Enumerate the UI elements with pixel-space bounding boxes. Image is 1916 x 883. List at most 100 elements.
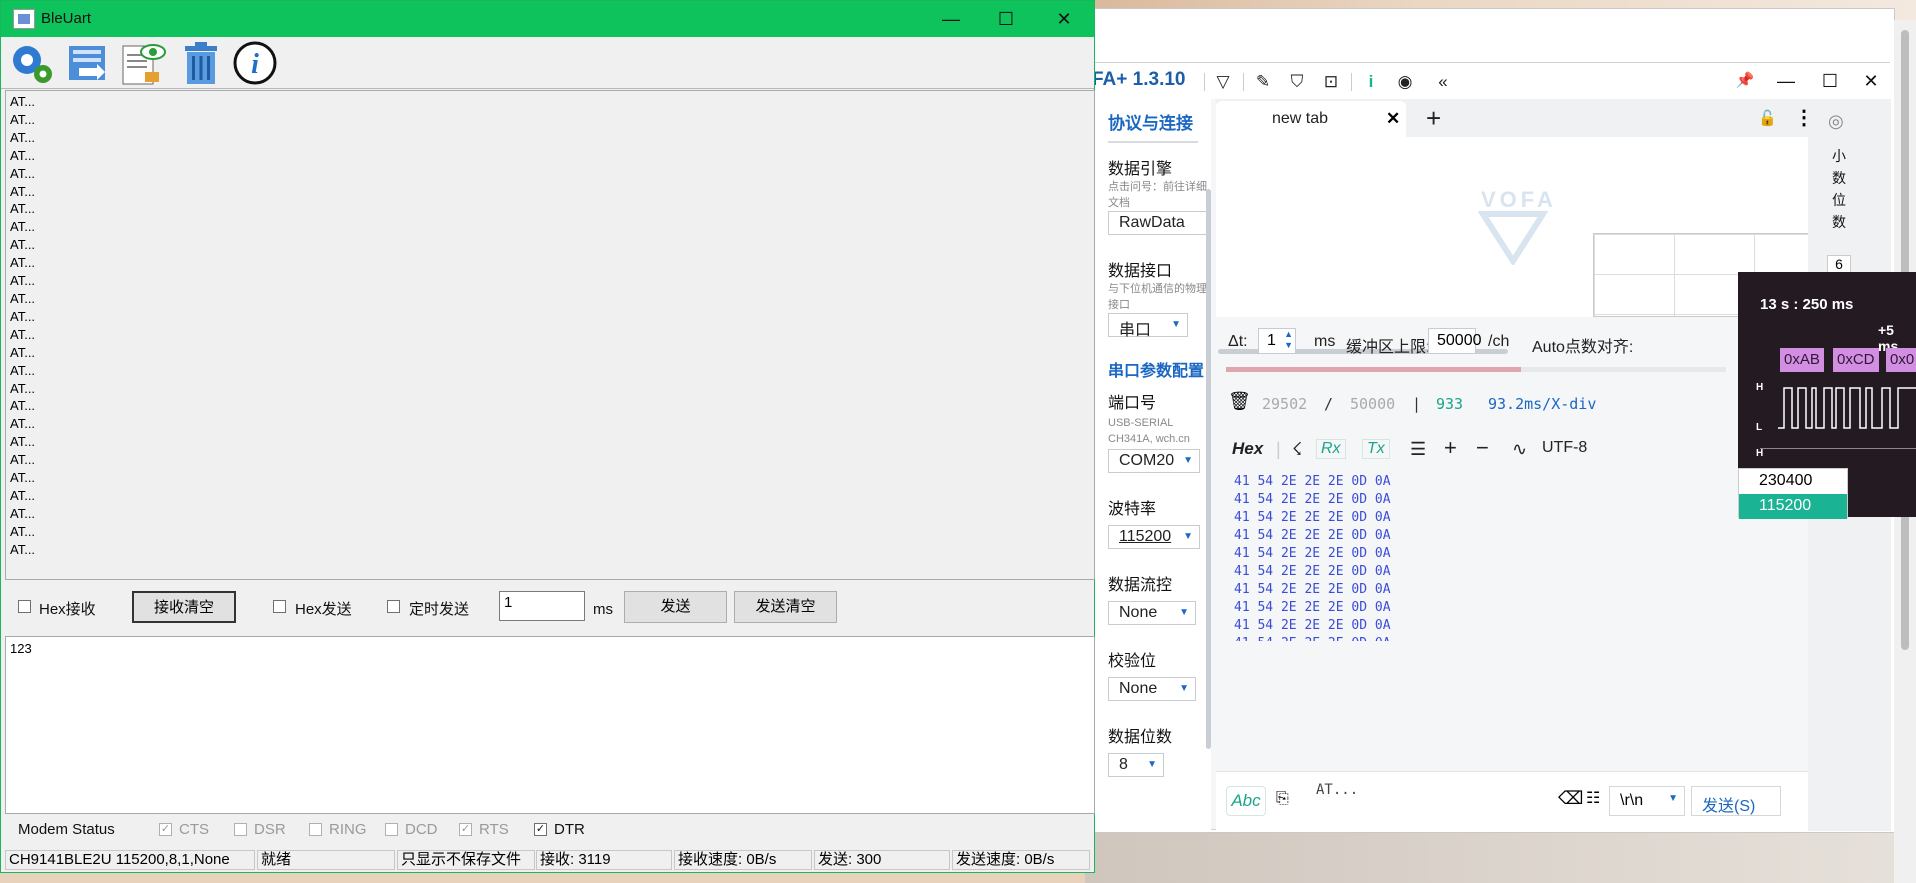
hex-send-label[interactable]: Hex发送 — [295, 598, 352, 619]
pointer-icon[interactable]: ☇ — [1292, 439, 1302, 460]
send-text-area[interactable]: 123 — [5, 636, 1095, 814]
engine-subtitle[interactable]: 点击问号：前往详细文档 — [1108, 179, 1208, 211]
logic-high-label: H — [1756, 382, 1764, 393]
databits-select[interactable]: 8 ▼ — [1108, 753, 1164, 777]
line-ending-value: \r\n — [1620, 792, 1644, 809]
dt-unit: ms — [1314, 333, 1336, 350]
buffer-progress-fill — [1226, 367, 1521, 372]
wrench-icon[interactable]: ✎ — [1252, 71, 1274, 93]
rts-label: RTS — [479, 821, 509, 838]
receive-line: AT... — [10, 94, 36, 109]
interval-input[interactable]: 1 — [499, 591, 585, 621]
fingerprint-icon[interactable]: ◉ — [1394, 71, 1416, 93]
interface-select[interactable]: 串口 ▼ — [1108, 313, 1188, 339]
rts-checkbox: ✓ — [459, 823, 472, 836]
close-button[interactable]: ✕ — [1857, 69, 1885, 93]
desktop-background-bottom — [1085, 830, 1916, 883]
baud-select[interactable]: 115200 ▼ — [1108, 525, 1200, 549]
clear-receive-button[interactable]: 接收清空 — [132, 591, 236, 623]
send-button[interactable]: 发送(S) — [1691, 786, 1781, 816]
stepper-arrows-icon[interactable]: ▲ ▼ — [1284, 329, 1293, 351]
databits-value: 8 — [1119, 756, 1128, 773]
clear-send-button[interactable]: 发送清空 — [734, 591, 837, 623]
send-mode-toggle[interactable]: Abc — [1226, 786, 1266, 816]
hex-receive-area[interactable]: 41 54 2E 2E 2E 0D 0A 41 54 2E 2E 2E 0D 0A… — [1234, 473, 1794, 641]
lock-icon[interactable]: 🔓 — [1758, 109, 1777, 127]
hex-receive-checkbox[interactable] — [18, 600, 31, 613]
hex-send-checkbox[interactable] — [273, 600, 286, 613]
baud-option[interactable]: 230400 — [1739, 469, 1847, 494]
decoded-byte[interactable]: 0x0 — [1886, 348, 1916, 372]
eye-icon[interactable]: ◎ — [1828, 111, 1844, 132]
plot-area[interactable]: VOFA — [1216, 137, 1816, 354]
decoded-byte[interactable]: 0xCD — [1833, 348, 1879, 372]
parity-select[interactable]: None ▼ — [1108, 677, 1196, 701]
hex-toggle[interactable]: Hex — [1232, 439, 1263, 459]
trash-icon[interactable]: 🗑 — [1228, 391, 1251, 412]
engine-select[interactable]: RawData — [1108, 211, 1210, 235]
tab-new-tab[interactable]: new tab ✕ — [1216, 101, 1406, 137]
baud-option-selected[interactable]: 115200 — [1739, 494, 1847, 519]
minimize-button[interactable]: — — [931, 5, 971, 33]
dtr-checkbox[interactable]: ✓ — [534, 823, 547, 836]
view-document-icon[interactable] — [119, 40, 167, 86]
port-select[interactable]: COM20 ▼ — [1108, 449, 1200, 473]
toolbar-separator — [1351, 73, 1352, 91]
section-protocol-connection[interactable]: 协议与连接 — [1108, 109, 1193, 134]
buffer-unit: /ch — [1488, 333, 1510, 350]
status-recv-speed: 接收速度: 0B/s — [674, 850, 812, 870]
file-send-icon[interactable]: ⎘ — [1276, 790, 1289, 808]
send-button[interactable]: 发送 — [624, 591, 727, 623]
collapse-icon[interactable]: « — [1432, 71, 1454, 93]
wrap-text-icon[interactable]: ☰ — [1410, 439, 1426, 460]
settings-icon[interactable] — [7, 40, 55, 86]
section-serial-config[interactable]: 串口参数配置 — [1108, 357, 1204, 381]
settings-scrollbar[interactable] — [1206, 189, 1211, 749]
timed-send-checkbox[interactable] — [387, 600, 400, 613]
modem-status-label: Modem Status — [18, 821, 115, 838]
tab-bar: new tab ✕ + 🔓 ⋮ — [1216, 99, 1821, 137]
dt-stepper[interactable]: 1 ▲ ▼ — [1258, 328, 1296, 354]
send-input[interactable]: AT... — [1316, 782, 1358, 798]
timed-send-label[interactable]: 定时发送 — [409, 598, 469, 619]
clipboard-icon[interactable]: ☷ — [1586, 788, 1600, 808]
screenshot-icon[interactable]: ⊡ — [1320, 71, 1342, 93]
vofa-main-area: new tab ✕ + 🔓 ⋮ VOFA Δt: 1 ▲ ▼ ms 缓冲区上限: 5… — [1216, 99, 1821, 831]
trash-icon[interactable] — [177, 40, 225, 86]
logic-low-label: L — [1756, 422, 1763, 433]
line-ending-select[interactable]: \r\n ▼ — [1609, 786, 1685, 816]
encoding-select[interactable]: UTF-8 — [1542, 439, 1587, 457]
maximize-button[interactable]: ☐ — [1816, 69, 1844, 93]
maximize-button[interactable]: ☐ — [986, 5, 1026, 33]
receive-line: AT... — [10, 183, 36, 199]
vofa-watermark-icon — [1478, 211, 1548, 265]
info-icon[interactable]: i — [1360, 71, 1382, 93]
minimize-button[interactable]: — — [1772, 69, 1800, 93]
rx-toggle[interactable]: Rx — [1316, 439, 1346, 459]
zoom-out-icon[interactable]: − — [1476, 435, 1489, 461]
receive-line: AT... — [10, 111, 36, 127]
tx-toggle[interactable]: Tx — [1362, 439, 1390, 459]
receive-area[interactable]: AT... AT... AT... AT... AT... AT... AT... AT...… — [5, 90, 1095, 580]
close-button[interactable]: ✕ — [1044, 5, 1084, 33]
flow-control-select[interactable]: None ▼ — [1108, 601, 1196, 625]
hex-receive-label[interactable]: Hex接收 — [39, 598, 96, 619]
vofa-logo-icon[interactable]: ▽ — [1212, 71, 1234, 93]
waveform-icon[interactable]: ∿ — [1512, 439, 1527, 460]
eraser-icon[interactable]: ⌫ — [1558, 788, 1583, 809]
pin-icon[interactable]: 📌 — [1731, 69, 1759, 93]
receive-line: AT... — [10, 255, 36, 271]
send-bar: Abc ⎘ AT... ⌫ ☷ \r\n ▼ 发送(S) — [1216, 771, 1821, 831]
shirt-icon[interactable]: ⛉ — [1286, 71, 1308, 93]
info-icon[interactable]: i — [231, 40, 279, 86]
buffer-input[interactable]: 50000 — [1428, 328, 1482, 354]
zoom-in-icon[interactable]: + — [1444, 435, 1457, 461]
decoded-byte[interactable]: 0xAB — [1780, 348, 1824, 372]
window-title: BleUart — [41, 10, 92, 27]
close-icon[interactable]: ✕ — [1386, 109, 1400, 129]
add-tab-button[interactable]: + — [1426, 103, 1441, 134]
open-file-icon[interactable] — [63, 40, 111, 86]
logic-waveform — [1778, 387, 1916, 429]
dtr-label[interactable]: DTR — [554, 821, 585, 838]
chevron-down-icon: ▼ — [1171, 319, 1181, 330]
